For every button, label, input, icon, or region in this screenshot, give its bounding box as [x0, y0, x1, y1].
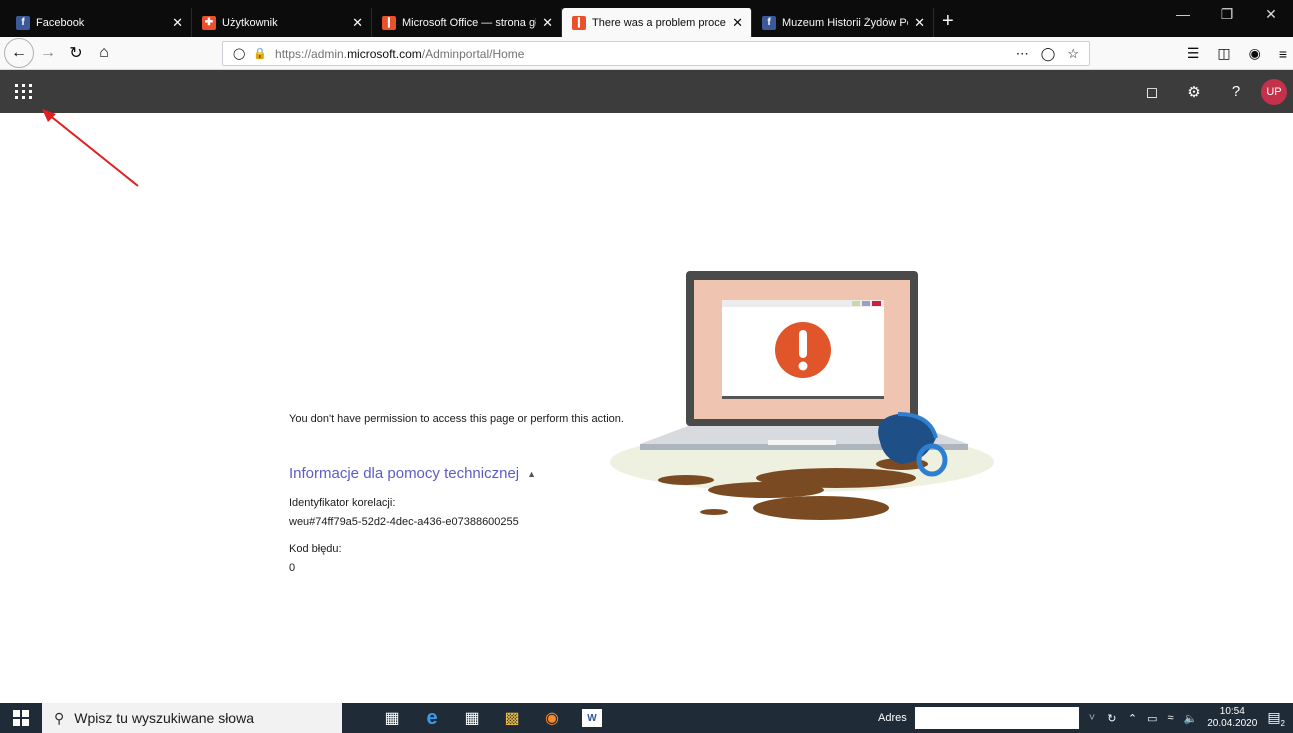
search-placeholder: Wpisz tu wyszukiwane słowa — [74, 710, 254, 726]
close-tab-icon[interactable]: ✕ — [172, 15, 183, 31]
browser-tab-label: Microsoft Office — strona głów — [402, 16, 536, 29]
account-icon[interactable]: ◉ — [1249, 45, 1261, 62]
page-actions-icon[interactable]: ⋯ — [1016, 46, 1029, 62]
volume-icon[interactable]: 🔈 — [1184, 712, 1198, 725]
browser-tab[interactable]: ❙ Microsoft Office — strona głów ✕ — [372, 8, 562, 37]
new-tab-button[interactable]: + — [942, 10, 954, 33]
browser-tab[interactable]: ✚ Użytkownik ✕ — [192, 8, 372, 37]
browser-tab-label: Facebook — [36, 16, 85, 29]
office-icon: ❙ — [382, 15, 396, 30]
back-button[interactable]: ← — [4, 38, 34, 68]
battery-icon[interactable]: ▭ — [1147, 712, 1157, 725]
url-prefix: https://admin. — [275, 46, 348, 61]
address-bar[interactable]: ◯ 🔒 https://admin.microsoft.com/Adminpor… — [222, 41, 1090, 66]
facebook-icon: f — [762, 15, 776, 30]
app-launcher-icon[interactable] — [14, 81, 34, 101]
library-icon[interactable]: ☰ — [1187, 45, 1200, 62]
error-code-value: 0 — [289, 562, 296, 574]
browser-tab[interactable]: ❙ There was a problem processin ✕ — [562, 8, 752, 37]
edge-icon[interactable]: e — [412, 703, 452, 733]
support-info-toggle[interactable]: Informacje dla pomocy technicznej ▲ — [289, 465, 536, 482]
avatar[interactable]: UP — [1261, 78, 1287, 105]
close-tab-icon[interactable]: ✕ — [352, 15, 363, 31]
system-tray: ⌃ ▭ ≈ 🔈 10:54 20.04.2020 ▤2 — [1128, 703, 1293, 733]
address-toolbar: Adres ˅ ↻ — [878, 703, 1116, 733]
clock[interactable]: 10:54 20.04.2020 — [1207, 706, 1257, 730]
url-text[interactable]: https://admin.microsoft.com/Adminportal/… — [275, 47, 524, 61]
browser-tab-label: There was a problem processin — [592, 16, 726, 29]
pocket-icon[interactable]: ◯ — [1041, 46, 1056, 62]
firefox-icon[interactable]: ◉ — [532, 703, 572, 733]
facebook-icon: f — [16, 15, 30, 30]
taskbar-search[interactable]: ⚲ Wpisz tu wyszukiwane słowa — [42, 703, 342, 733]
office-icon: ❙ — [572, 15, 586, 30]
clock-date: 20.04.2020 — [1207, 718, 1258, 729]
browser-tab[interactable]: f Muzeum Historii Żydów Polskic ✕ — [752, 8, 934, 37]
permission-message: You don't have permission to access this… — [289, 413, 624, 425]
close-tab-icon[interactable]: ✕ — [732, 15, 743, 31]
correlation-value: weu#74ff79a5-52d2-4dec-a436-e07388600255 — [289, 516, 519, 528]
browser-tab-label: Użytkownik — [222, 16, 278, 29]
close-tab-icon[interactable]: ✕ — [542, 15, 553, 31]
correlation-label: Identyfikator korelacji: — [289, 497, 396, 509]
restore-icon[interactable]: ❐ — [1205, 6, 1249, 23]
browser-nav-bar: ← → ↻ ⌂ ◯ 🔒 https://admin.microsoft.com/… — [0, 37, 1293, 70]
app-header: ◻ ⚙ ? UP — [0, 70, 1293, 113]
windows-taskbar: ⚲ Wpisz tu wyszukiwane słowa ▦ e ▦ ▩ ◉ W… — [0, 703, 1293, 733]
search-icon: ⚲ — [54, 709, 65, 726]
task-view-icon[interactable]: ▦ — [372, 703, 412, 733]
menu-icon[interactable]: ≡ — [1279, 46, 1287, 62]
url-path: /Adminportal/Home — [421, 46, 525, 61]
help-icon[interactable]: ? — [1215, 83, 1257, 100]
tray-expand-icon[interactable]: ⌃ — [1128, 712, 1137, 725]
office-user-icon: ✚ — [202, 15, 216, 30]
error-code-label: Kod błędu: — [289, 543, 342, 555]
lock-icon[interactable]: 🔒 — [253, 47, 267, 60]
minimize-icon[interactable]: — — [1161, 6, 1205, 23]
caret-up-icon[interactable]: ▲ — [527, 469, 536, 479]
url-domain: microsoft.com — [347, 46, 422, 61]
notification-count: 2 — [1280, 718, 1285, 728]
sidebar-icon[interactable]: ◫ — [1217, 45, 1230, 62]
shield-icon[interactable]: ◯ — [233, 47, 245, 60]
settings-gear-icon[interactable]: ⚙ — [1173, 83, 1215, 101]
clock-time: 10:54 — [1219, 706, 1245, 717]
notification-center-icon[interactable]: ▤2 — [1267, 709, 1285, 728]
address-dropdown-icon[interactable]: ˅ — [1089, 712, 1095, 724]
support-info-link[interactable]: Informacje dla pomocy technicznej — [289, 465, 519, 482]
file-explorer-icon[interactable]: ▩ — [492, 703, 532, 733]
browser-tab-label: Muzeum Historii Żydów Polskic — [782, 16, 908, 29]
network-icon[interactable]: ≈ — [1168, 712, 1174, 724]
start-button[interactable] — [0, 703, 42, 733]
address-label: Adres — [878, 712, 907, 724]
browser-tab-strip: f Facebook ✕ ✚ Użytkownik ✕ ❙ Microsoft Office … — [0, 0, 1293, 37]
reload-button[interactable]: ↻ — [62, 39, 90, 67]
address-input[interactable] — [914, 707, 1079, 729]
calculator-icon[interactable]: ▦ — [452, 703, 492, 733]
notifications-bell-icon[interactable]: ◻ — [1131, 83, 1173, 101]
forward-button[interactable]: → — [34, 39, 62, 67]
bookmark-star-icon[interactable]: ☆ — [1067, 46, 1079, 62]
address-refresh-icon[interactable]: ↻ — [1107, 712, 1116, 725]
windows-logo-icon — [13, 710, 29, 726]
close-tab-icon[interactable]: ✕ — [914, 15, 925, 31]
window-controls: — ❐ ✕ — [1161, 6, 1293, 23]
browser-tab[interactable]: f Facebook ✕ — [6, 8, 192, 37]
word-icon[interactable]: W — [582, 709, 602, 727]
close-window-icon[interactable]: ✕ — [1249, 6, 1293, 23]
home-button[interactable]: ⌂ — [90, 39, 118, 67]
error-illustration — [610, 271, 994, 520]
annotation-arrow — [42, 109, 139, 187]
